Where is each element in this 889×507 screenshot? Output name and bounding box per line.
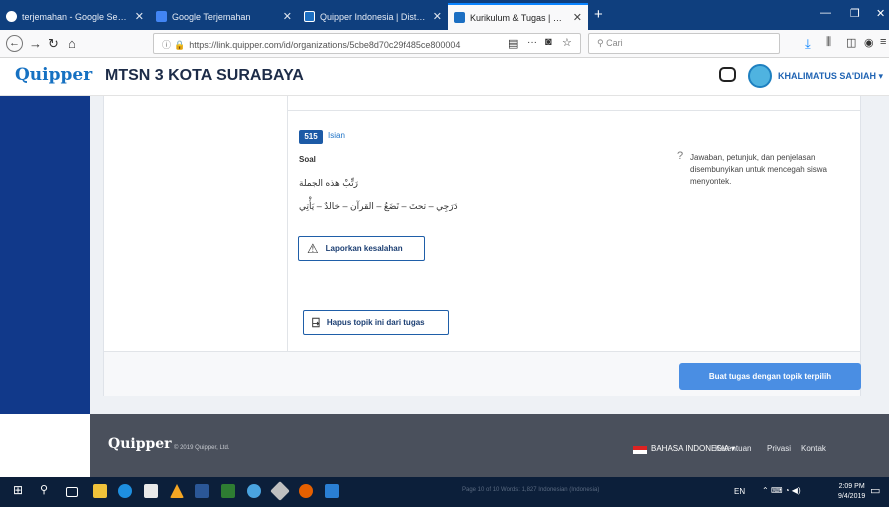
forward-icon[interactable]: →	[29, 36, 42, 51]
tab-quipper-distributor[interactable]: Quipper Indonesia | Distributo ✕	[298, 3, 448, 30]
sidebar	[0, 96, 90, 414]
clock[interactable]: 2:09 PM 9/4/2019	[838, 482, 865, 502]
search-icon[interactable]: ⚲	[40, 483, 54, 497]
create-assignment-button[interactable]: Buat tugas dengan topik terpilih	[679, 363, 861, 390]
word-doc-icon[interactable]	[325, 484, 339, 498]
bookmark-star-icon[interactable]: ☆	[562, 36, 572, 49]
school-name: MTSN 3 KOTA SURABAYA	[105, 67, 304, 84]
network-icon: ⌨	[770, 486, 783, 495]
question-section-label: Soal	[299, 155, 316, 164]
file-explorer-icon[interactable]	[93, 484, 107, 498]
excel-icon[interactable]	[221, 484, 235, 498]
media-icon[interactable]	[247, 484, 261, 498]
wifi-icon: ◔	[784, 486, 790, 495]
footer-logo: Quipper	[108, 436, 172, 452]
avatar[interactable]	[748, 64, 772, 88]
translate-icon	[156, 11, 167, 22]
task-view-icon[interactable]	[66, 487, 78, 497]
terms-link[interactable]: Ketentuan	[715, 444, 751, 453]
browser-nav-bar: ← → ↻ ⌂ ⓘ 🔒 https://link.quipper.com/id/or…	[0, 30, 889, 58]
restore-icon[interactable]: ❐	[850, 7, 860, 20]
warning-icon: ⚠	[307, 240, 319, 256]
notification-icon[interactable]: ▭	[870, 484, 884, 498]
edge-icon[interactable]	[118, 484, 132, 498]
library-icon[interactable]: ⫼	[826, 36, 831, 49]
menu-icon[interactable]: ≡	[880, 36, 886, 48]
quipper-logo[interactable]: Quipper	[15, 65, 92, 85]
close-window-icon[interactable]: ✕	[876, 7, 885, 20]
question-mark-icon: ?	[677, 150, 684, 162]
windows-taskbar: ⊞ ⚲ Page 10 of 10 Words: 1,827 Indonesia…	[0, 477, 889, 507]
download-icon[interactable]: ⤓	[805, 36, 811, 52]
question-words: دَرَجِي – تحتَ – تَضَعُ – القرآن – خالدٌ…	[299, 201, 458, 211]
page-footer: Quipper © 2019 Quipper, Ltd. BAHASA INDO…	[90, 414, 889, 477]
reload-icon[interactable]: ↻	[48, 36, 59, 52]
report-error-button[interactable]: ⚠ Laporkan kesalahan	[298, 236, 425, 261]
google-icon	[6, 11, 17, 22]
store-icon[interactable]	[144, 484, 158, 498]
privacy-link[interactable]: Privasi	[767, 444, 791, 453]
question-type: Isian	[328, 131, 345, 140]
row-separator	[288, 110, 860, 111]
app-icon[interactable]	[270, 481, 290, 501]
sidebar-icon[interactable]: ◫	[846, 36, 856, 49]
remove-topic-button[interactable]: ⍈ Hapus topik ini dari tugas	[303, 310, 449, 335]
info-icon: ⓘ	[162, 40, 172, 50]
copyright: © 2019 Quipper, Ltd.	[174, 445, 230, 451]
indonesia-flag-icon	[633, 446, 647, 454]
vlc-icon[interactable]	[170, 484, 184, 498]
chevron-up-icon: ⌃	[762, 486, 769, 495]
pocket-icon[interactable]: ◙	[545, 36, 552, 48]
browser-tab-bar: terjemahan - Google Search ✕ Google Terj…	[0, 0, 889, 30]
close-icon[interactable]: ✕	[283, 10, 292, 23]
tab-google-translate[interactable]: Google Terjemahan ✕	[150, 3, 298, 30]
column-divider	[287, 96, 288, 351]
question-number-badge: 515	[299, 130, 323, 144]
back-icon[interactable]: ←	[6, 35, 23, 52]
tab-kurikulum-tugas[interactable]: Kurikulum & Tugas | Quipper ✕	[448, 3, 588, 30]
close-icon[interactable]: ✕	[573, 11, 582, 24]
search-input[interactable]: ⚲ Cari	[588, 33, 780, 54]
quipper-icon	[304, 11, 315, 22]
hidden-answer-notice: Jawaban, petunjuk, dan penjelasan disemb…	[690, 153, 827, 186]
tab-google-search[interactable]: terjemahan - Google Search ✕	[0, 3, 150, 30]
search-icon: ⚲	[597, 38, 604, 48]
volume-icon: ◀)	[791, 486, 801, 495]
user-menu[interactable]: KHALIMATUS SA'DIAH ▾	[778, 71, 883, 82]
app-header: Quipper MTSN 3 KOTA SURABAYA KHALIMATUS …	[0, 58, 889, 96]
close-icon[interactable]: ✕	[433, 10, 442, 23]
question-prompt: رَتِّبْ هذه الجملة	[299, 178, 358, 188]
lock-icon: 🔒	[174, 40, 186, 50]
reader-icon[interactable]: ▤	[508, 37, 518, 50]
word-icon[interactable]	[195, 484, 209, 498]
start-icon[interactable]: ⊞	[13, 483, 27, 497]
more-actions-icon[interactable]: ···	[527, 37, 537, 48]
quipper-icon	[454, 12, 465, 23]
contact-link[interactable]: Kontak	[801, 444, 826, 453]
remove-document-icon: ⍈	[312, 314, 320, 330]
chat-icon[interactable]	[719, 67, 736, 82]
home-icon[interactable]: ⌂	[68, 36, 76, 51]
minimize-icon[interactable]: —	[820, 7, 831, 19]
extension-icon[interactable]: ◉	[864, 36, 874, 49]
input-language[interactable]: EN	[734, 487, 745, 496]
firefox-icon[interactable]	[299, 484, 313, 498]
word-status-bar: Page 10 of 10 Words: 1,827 Indonesian (I…	[462, 487, 600, 493]
close-icon[interactable]: ✕	[135, 10, 144, 23]
system-tray[interactable]: ⌃ ⌨ ◔ ◀)	[762, 486, 801, 495]
new-tab-button[interactable]: +	[594, 6, 603, 23]
chevron-down-icon: ▾	[878, 71, 884, 81]
